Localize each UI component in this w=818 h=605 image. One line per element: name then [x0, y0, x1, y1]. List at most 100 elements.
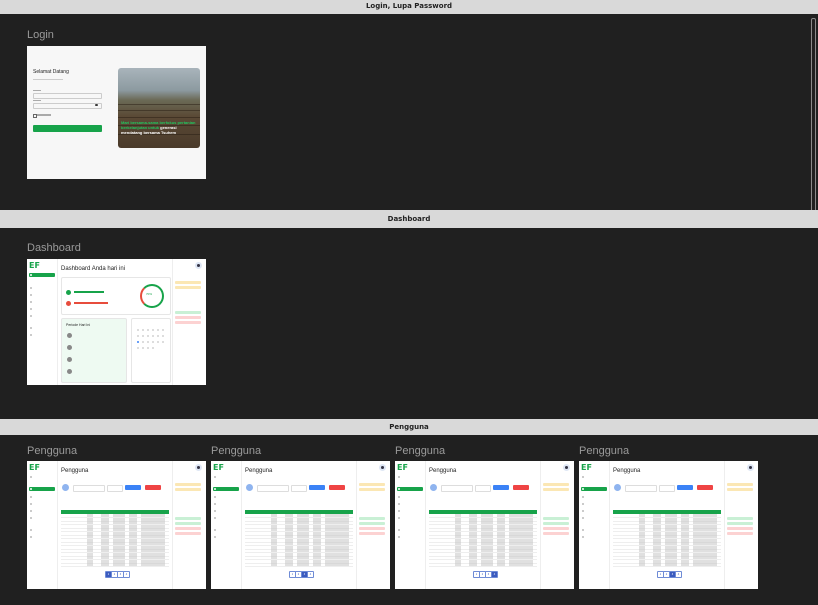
add-button[interactable]	[309, 485, 325, 490]
delete-button[interactable]	[697, 485, 713, 490]
sidebar-item[interactable]	[213, 475, 239, 479]
sidebar-item[interactable]	[581, 475, 607, 479]
pengguna-frame[interactable]: EF Pengguna 1234	[27, 461, 206, 589]
add-button[interactable]	[677, 485, 693, 490]
page-title: Pengguna	[613, 468, 641, 474]
search-input[interactable]	[441, 485, 473, 492]
page-button[interactable]: 4	[123, 571, 130, 578]
sidebar-item[interactable]	[213, 516, 239, 520]
search-icon[interactable]	[430, 484, 437, 491]
table-row[interactable]	[429, 563, 537, 567]
sidebar-item[interactable]	[29, 495, 55, 499]
sidebar-item[interactable]	[581, 528, 607, 532]
sidebar-item-dashboard[interactable]	[29, 273, 55, 277]
search-input[interactable]	[73, 485, 105, 492]
search-input[interactable]	[625, 485, 657, 492]
avatar-icon[interactable]	[379, 464, 386, 471]
sidebar-item[interactable]	[29, 528, 55, 532]
avatar-icon[interactable]	[563, 464, 570, 471]
sidebar-item[interactable]	[397, 528, 423, 532]
filter-input[interactable]	[107, 485, 123, 492]
sidebar-item[interactable]	[29, 333, 55, 337]
status-pill	[359, 522, 385, 525]
page-button[interactable]: 4	[675, 571, 682, 578]
dashboard-frame[interactable]: EF Dashboard Anda hari ini 70% Periode H…	[27, 259, 206, 385]
sidebar-item[interactable]	[29, 300, 55, 304]
avatar-icon[interactable]	[195, 262, 202, 269]
sidebar-item[interactable]	[581, 535, 607, 539]
search-icon[interactable]	[614, 484, 621, 491]
sidebar-item[interactable]	[397, 495, 423, 499]
add-button[interactable]	[125, 485, 141, 490]
username-input[interactable]	[33, 93, 102, 99]
username-label-placeholder	[33, 90, 41, 91]
sidebar-item[interactable]	[29, 509, 55, 513]
pengguna-frame[interactable]: EF Pengguna 1234	[211, 461, 390, 589]
sidebar-item-pengguna[interactable]	[213, 487, 239, 491]
sidebar-item[interactable]	[397, 502, 423, 506]
sidebar-item[interactable]	[29, 314, 55, 318]
sidebar-item[interactable]	[213, 528, 239, 532]
table-row[interactable]	[245, 563, 353, 567]
right-panel	[724, 461, 758, 589]
period-title: Periode Hari Ini	[66, 323, 91, 327]
table-row[interactable]	[61, 563, 169, 567]
delete-button[interactable]	[329, 485, 345, 490]
sidebar-item[interactable]	[213, 535, 239, 539]
page-button[interactable]: 4	[491, 571, 498, 578]
search-icon[interactable]	[62, 484, 69, 491]
table-row[interactable]	[613, 563, 721, 567]
sidebar-item[interactable]	[29, 516, 55, 520]
search-icon[interactable]	[246, 484, 253, 491]
sidebar-item[interactable]	[213, 502, 239, 506]
sidebar-item[interactable]	[581, 502, 607, 506]
sidebar-item[interactable]	[397, 475, 423, 479]
sidebar-item[interactable]	[29, 502, 55, 506]
sidebar-item[interactable]	[397, 516, 423, 520]
frame-label-pengguna: Pengguna	[579, 445, 630, 457]
status-pill	[359, 488, 385, 491]
sidebar-item[interactable]	[29, 286, 55, 290]
delete-button[interactable]	[145, 485, 161, 490]
frame-label-pengguna: Pengguna	[395, 445, 446, 457]
filter-input[interactable]	[475, 485, 491, 492]
sidebar-item[interactable]	[581, 516, 607, 520]
sidebar-item[interactable]	[397, 535, 423, 539]
filter-input[interactable]	[291, 485, 307, 492]
filter-input[interactable]	[659, 485, 675, 492]
avatar-icon[interactable]	[747, 464, 754, 471]
sidebar-item[interactable]	[213, 509, 239, 513]
sidebar-item-pengguna[interactable]	[581, 487, 607, 491]
login-button[interactable]	[33, 125, 102, 132]
sidebar-item[interactable]	[29, 307, 55, 311]
avatar-icon[interactable]	[195, 464, 202, 471]
page-title: Pengguna	[61, 468, 89, 474]
sidebar-item[interactable]	[581, 509, 607, 513]
sidebar-item[interactable]	[581, 495, 607, 499]
sidebar: EF	[27, 259, 58, 385]
sidebar-item[interactable]	[213, 495, 239, 499]
login-frame[interactable]: Selamat Datang Mari bersama-sama berfoku…	[27, 46, 206, 179]
pengguna-frame[interactable]: EF Pengguna 1234	[579, 461, 758, 589]
status-pill	[543, 532, 569, 535]
calendar-card	[131, 318, 171, 383]
add-button[interactable]	[493, 485, 509, 490]
pengguna-frame[interactable]: EF Pengguna 1234	[395, 461, 574, 589]
password-input[interactable]	[33, 103, 102, 109]
sidebar-item-pengguna[interactable]	[397, 487, 423, 491]
sidebar-item[interactable]	[29, 293, 55, 297]
sidebar-item[interactable]	[29, 326, 55, 330]
sidebar-item-pengguna[interactable]	[29, 487, 55, 491]
sidebar-item[interactable]	[29, 475, 55, 479]
delete-button[interactable]	[513, 485, 529, 490]
search-input[interactable]	[257, 485, 289, 492]
sidebar: EF	[579, 461, 610, 589]
sidebar-item[interactable]	[397, 509, 423, 513]
sidebar-item[interactable]	[29, 535, 55, 539]
eye-icon[interactable]	[95, 104, 98, 106]
ring-value: 70%	[146, 292, 153, 296]
inactive-users-icon	[66, 301, 71, 306]
page-button[interactable]: 4	[307, 571, 314, 578]
frame-label-dashboard: Dashboard	[27, 242, 81, 254]
logo-icon: EF	[581, 463, 592, 472]
